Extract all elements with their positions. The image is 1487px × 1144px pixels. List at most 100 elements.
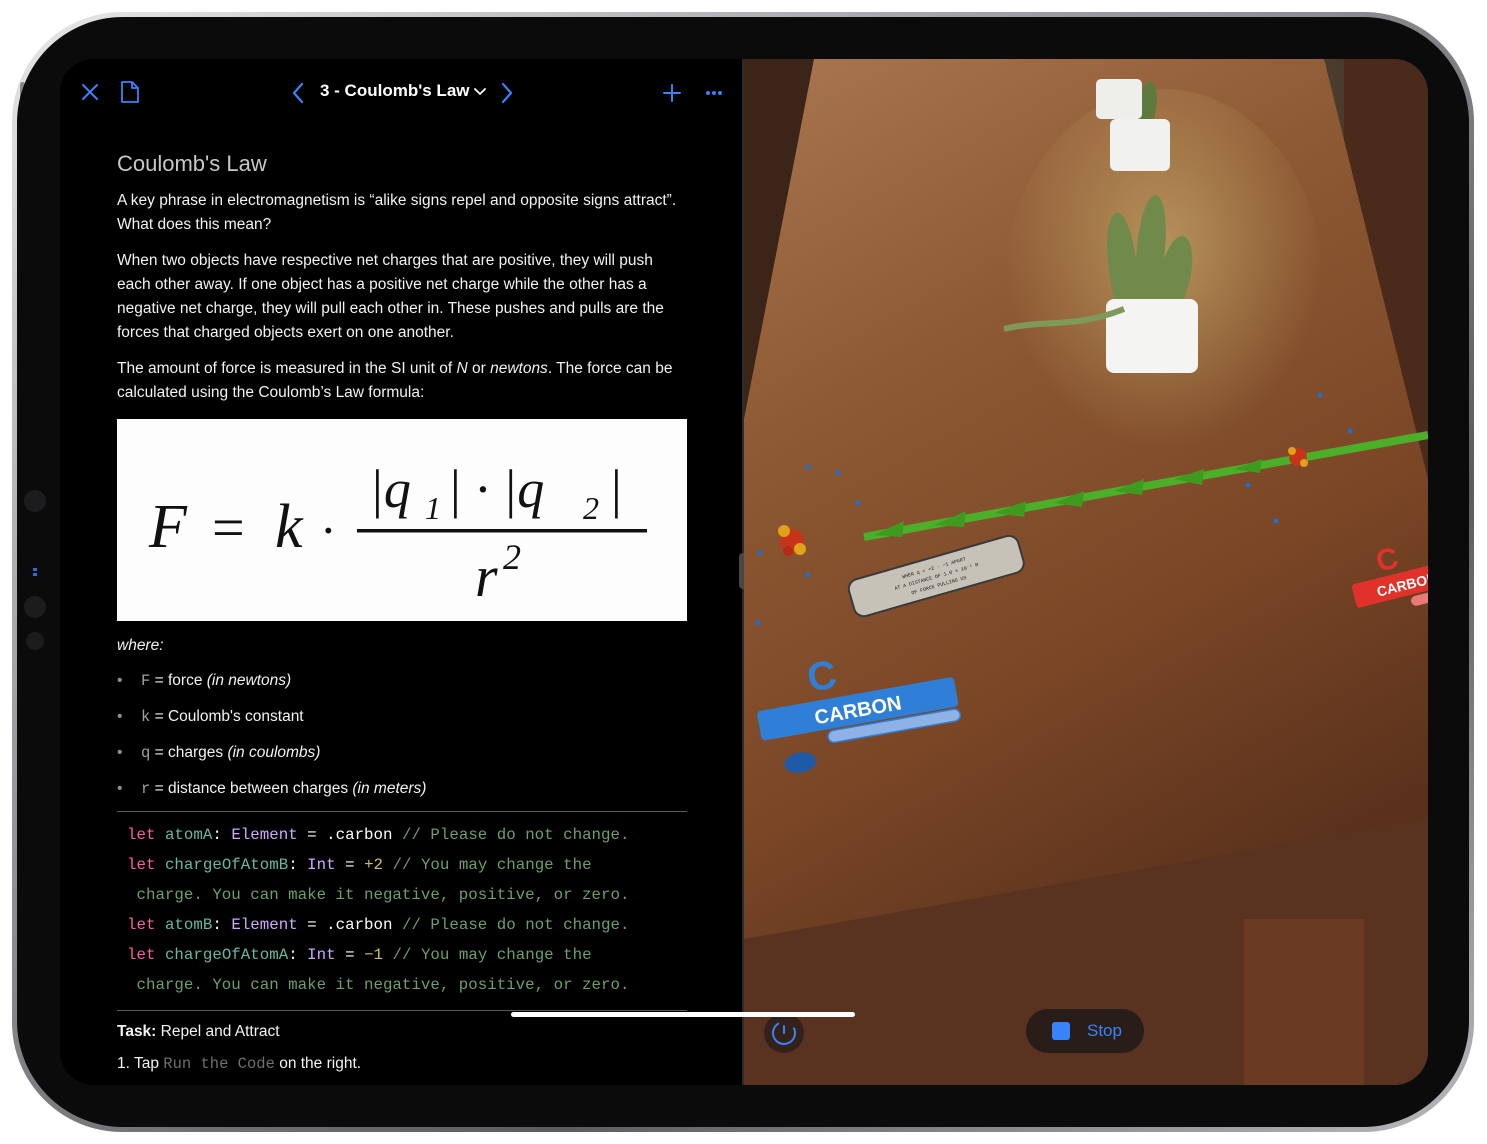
stop-button[interactable]: Stop: [1026, 1009, 1144, 1053]
units-paragraph: The amount of force is measured in the S…: [117, 357, 687, 405]
unit: (in coulombs): [227, 744, 321, 761]
formula-sub-2: 2: [583, 490, 599, 526]
chevron-right-icon[interactable]: [497, 81, 517, 105]
identifier: chargeOfAtomB: [164, 856, 289, 874]
keyword: let: [127, 916, 156, 934]
operator: =: [297, 826, 327, 844]
code-line[interactable]: let atomA: Element = .carbon // Please d…: [127, 820, 677, 850]
screen: 3 - Coulomb's Law Coulomb's Law A key ph…: [60, 59, 1428, 1085]
playground-page: 3 - Coulomb's Law Coulomb's Law A key ph…: [60, 59, 742, 1085]
unit: (in meters): [352, 780, 427, 797]
list-item: • k = Coulomb's constant: [117, 699, 687, 735]
formula-numerator-q1: |q: [369, 459, 411, 519]
identifier: chargeOfAtomA: [164, 946, 289, 964]
punctuation: :: [212, 826, 232, 844]
stop-label: Stop: [1087, 1021, 1122, 1040]
task-step: 1. Tap Run the Code on the right.: [117, 1055, 687, 1073]
formula-numerator-end: |: [608, 459, 623, 519]
ellipsis-icon[interactable]: [702, 81, 726, 105]
code-line[interactable]: charge. You can make it negative, positi…: [127, 970, 677, 1000]
coulomb-formula-image: F = k · |q 1 | · |q 2 | r 2: [117, 419, 687, 621]
potted-plant: [1096, 79, 1142, 119]
symbol: F: [141, 672, 151, 690]
type: Int: [307, 856, 336, 874]
symbol: q: [141, 744, 151, 762]
divider: [117, 1010, 687, 1011]
punctuation: :: [288, 946, 308, 964]
comment: // Please do not change.: [392, 916, 630, 934]
home-indicator[interactable]: [511, 1012, 855, 1017]
intro-paragraph: A key phrase in electromagnetism is “ali…: [117, 192, 677, 233]
plus-icon[interactable]: [660, 81, 684, 105]
value: .carbon: [326, 916, 393, 934]
text-run: N: [456, 360, 468, 377]
symbol: r: [141, 780, 151, 798]
close-icon[interactable]: [78, 79, 102, 105]
page-content: Coulomb's Law A key phrase in electromag…: [117, 151, 687, 1073]
camera-sensor: [24, 596, 46, 618]
code-line[interactable]: let chargeOfAtomA: Int = −1 // You may c…: [127, 940, 677, 970]
keyword: let: [127, 826, 156, 844]
type: Int: [307, 946, 336, 964]
editable-value[interactable]: +2: [364, 856, 383, 874]
navigation-bar: 3 - Coulomb's Law: [60, 59, 742, 125]
comment: charge. You can make it negative, positi…: [127, 976, 630, 994]
keyword: let: [127, 856, 156, 874]
step-text: Tap: [129, 1055, 164, 1072]
comment: charge. You can make it negative, positi…: [127, 886, 630, 904]
type: Element: [231, 916, 298, 934]
formula-equals: =: [212, 495, 245, 560]
identifier: atomB: [164, 916, 213, 934]
symbol: k: [141, 708, 151, 726]
chevron-down-icon[interactable]: [472, 83, 488, 101]
task-label: Task:: [117, 1023, 157, 1040]
operator: =: [335, 946, 365, 964]
definition: = charges: [150, 744, 228, 761]
identifier: atomA: [164, 826, 213, 844]
definition: = force: [150, 672, 207, 689]
step-text: on the right.: [274, 1055, 362, 1072]
chevron-left-icon[interactable]: [288, 81, 308, 105]
unit: (in newtons): [206, 672, 292, 689]
formula-k: k: [275, 493, 304, 561]
ar-live-view[interactable]: WHEN q = +2 · −1 APART AT A DISTANCE OF …: [744, 59, 1428, 1085]
operator: =: [335, 856, 365, 874]
definition: = distance between charges: [150, 780, 353, 797]
keyword: let: [127, 946, 156, 964]
text-run: The amount of force is measured in the S…: [117, 360, 457, 377]
definition: = Coulomb's constant: [150, 708, 304, 725]
explanation-paragraph: When two objects have respective net cha…: [117, 252, 664, 341]
value: .carbon: [326, 826, 393, 844]
list-item: • F = force (in newtons): [117, 663, 687, 699]
punctuation: :: [288, 856, 308, 874]
code-line[interactable]: let atomB: Element = .carbon // Please d…: [127, 910, 677, 940]
formula-F: F: [148, 493, 188, 561]
operator: =: [297, 916, 327, 934]
code-line[interactable]: charge. You can make it negative, positi…: [127, 880, 677, 910]
code-editor[interactable]: let atomA: Element = .carbon // Please d…: [117, 812, 687, 1010]
comment: // You may change the: [383, 946, 592, 964]
bullet-icon: •: [117, 672, 123, 689]
bullet-icon: •: [117, 744, 123, 761]
formula-exponent: 2: [503, 537, 521, 577]
task-title: Repel and Attract: [156, 1023, 280, 1040]
formula-dot: ·: [320, 502, 337, 558]
run-code-reference: Run the Code: [163, 1055, 275, 1073]
where-label: where:: [117, 637, 164, 654]
code-line[interactable]: let chargeOfAtomB: Int = +2 // You may c…: [127, 850, 677, 880]
document-icon[interactable]: [118, 79, 142, 105]
camera-sensor: [26, 632, 44, 650]
formula-denominator-r: r: [475, 544, 498, 609]
task-heading: Task: Repel and Attract: [117, 1023, 687, 1041]
gauge-icon[interactable]: [764, 1013, 804, 1053]
type: Element: [231, 826, 298, 844]
list-item: • q = charges (in coulombs): [117, 735, 687, 771]
step-number: 1.: [117, 1055, 130, 1072]
page-title[interactable]: 3 - Coulomb's Law: [320, 81, 470, 101]
bullet-icon: •: [117, 780, 123, 797]
editable-value[interactable]: −1: [364, 946, 383, 964]
bullet-icon: •: [117, 708, 123, 725]
comment: // You may change the: [383, 856, 592, 874]
list-item: • r = distance between charges (in meters…: [117, 771, 687, 807]
page-heading: Coulomb's Law: [117, 151, 267, 176]
